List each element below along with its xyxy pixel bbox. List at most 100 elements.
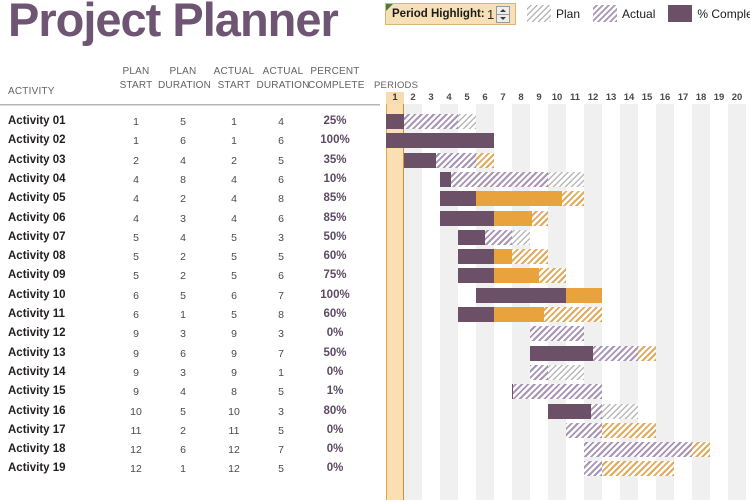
cell-plan-duration: 1 — [180, 463, 186, 476]
activity-name: Activity 17 — [8, 423, 66, 436]
cell-plan-start: 5 — [133, 231, 139, 244]
cell-plan-start: 9 — [133, 386, 139, 399]
column-header-plan-start-l2: START — [119, 80, 153, 91]
stepper-up-button[interactable] — [497, 7, 509, 15]
column-header-actual-start-l1: ACTUAL — [213, 66, 255, 77]
cell-percent-complete: 0% — [326, 462, 344, 475]
table-row[interactable]: Activity 12 9 3 9 3 0% — [0, 324, 750, 343]
period-header-1[interactable]: 1 — [386, 92, 404, 104]
period-header-15[interactable]: 15 — [638, 92, 656, 104]
legend-label-actual: Actual — [622, 6, 656, 21]
cell-actual-duration: 8 — [278, 193, 284, 206]
cell-actual-duration: 5 — [278, 154, 284, 167]
activity-name: Activity 12 — [8, 327, 66, 340]
table-row[interactable]: Activity 14 9 3 9 1 0% — [0, 363, 750, 382]
period-header-18[interactable]: 18 — [692, 92, 710, 104]
period-header-2[interactable]: 2 — [404, 92, 422, 104]
column-header-activity: ACTIVITY — [8, 86, 55, 97]
period-header-8[interactable]: 8 — [512, 92, 530, 104]
complete-bar — [512, 384, 513, 400]
header-divider-light — [0, 105, 380, 106]
table-row[interactable]: Activity 04 4 8 4 6 10% — [0, 170, 750, 189]
period-highlight-value[interactable]: 1 — [487, 7, 494, 22]
complete-bar — [458, 229, 485, 245]
legend-item-actual: Actual — [593, 5, 655, 22]
table-row[interactable]: Activity 15 9 4 8 5 1% — [0, 382, 750, 401]
cell-plan-duration: 3 — [180, 366, 186, 379]
period-header-16[interactable]: 16 — [656, 92, 674, 104]
complete-overrun-bar — [566, 287, 602, 303]
actual-overrun-bar — [692, 442, 710, 458]
cell-actual-start: 11 — [228, 424, 240, 437]
cell-plan-duration: 4 — [180, 386, 186, 399]
cell-percent-complete: 10% — [323, 172, 347, 185]
period-highlight-stepper[interactable] — [496, 6, 510, 23]
complete-swatch-icon — [668, 5, 693, 22]
activity-name: Activity 11 — [8, 308, 65, 320]
cell-percent-complete: 100% — [320, 134, 350, 147]
actual-bar — [530, 326, 584, 342]
period-header-17[interactable]: 17 — [674, 92, 692, 104]
cell-plan-duration: 5 — [180, 116, 186, 128]
table-row[interactable]: Activity 06 4 3 4 6 85% — [0, 209, 750, 228]
table-row[interactable]: Activity 10 6 5 6 7 100% — [0, 286, 750, 305]
period-highlight-label: Period Highlight: — [392, 8, 485, 20]
table-row[interactable]: Activity 08 5 2 5 5 60% — [0, 247, 750, 266]
cell-actual-start: 5 — [231, 270, 237, 283]
cell-plan-start: 9 — [133, 328, 139, 341]
period-header-20[interactable]: 20 — [728, 92, 746, 104]
activity-name: Activity 01 — [8, 115, 66, 127]
table-row[interactable]: Activity 03 2 4 2 5 35% — [0, 151, 750, 170]
activity-name: Activity 02 — [8, 134, 66, 147]
period-header-7[interactable]: 7 — [494, 92, 512, 104]
period-header-10[interactable]: 10 — [548, 92, 566, 104]
cell-plan-duration: 2 — [180, 424, 186, 437]
project-planner-app: Project Planner Period Highlight: 1 Plan… — [0, 0, 750, 501]
period-header-3[interactable]: 3 — [422, 92, 440, 104]
complete-bar — [548, 403, 592, 419]
cell-plan-duration: 3 — [180, 212, 186, 225]
table-row[interactable]: Activity 05 4 2 4 8 85% — [0, 189, 750, 208]
table-row[interactable]: Activity 11 6 1 5 8 60% — [0, 305, 750, 324]
period-header-12[interactable]: 12 — [584, 92, 602, 104]
period-header-9[interactable]: 9 — [530, 92, 548, 104]
cell-actual-start: 6 — [231, 289, 237, 302]
table-row[interactable]: Activity 07 5 4 5 3 50% — [0, 228, 750, 247]
stepper-down-button[interactable] — [497, 15, 509, 23]
actual-bar — [584, 442, 692, 458]
caret-down-icon — [500, 16, 506, 20]
cell-actual-duration: 3 — [278, 231, 284, 244]
column-header-actual-start-l2: START — [217, 80, 251, 91]
cell-actual-start: 12 — [228, 444, 240, 457]
cell-plan-duration: 2 — [180, 251, 186, 264]
activity-name: Activity 04 — [8, 172, 66, 185]
actual-overrun-bar — [638, 345, 656, 361]
table-row[interactable]: Activity 09 5 2 5 6 75% — [0, 266, 750, 285]
actual-bar — [584, 461, 602, 477]
complete-bar — [458, 249, 494, 265]
activity-name: Activity 14 — [8, 365, 66, 378]
period-header-6[interactable]: 6 — [476, 92, 494, 104]
cell-plan-start: 4 — [133, 173, 139, 186]
table-row[interactable]: Activity 01 1 5 1 4 25% — [0, 112, 750, 131]
cell-actual-start: 2 — [231, 154, 237, 167]
cell-plan-duration: 2 — [180, 270, 186, 283]
period-header-11[interactable]: 11 — [566, 92, 584, 104]
period-header-5[interactable]: 5 — [458, 92, 476, 104]
cell-plan-start: 5 — [133, 270, 139, 283]
cell-percent-complete: 100% — [320, 288, 350, 301]
period-header-14[interactable]: 14 — [620, 92, 638, 104]
cell-plan-duration: 4 — [180, 154, 186, 167]
period-header-19[interactable]: 19 — [710, 92, 728, 104]
actual-overrun-bar — [602, 422, 656, 438]
legend-label-plan: Plan — [556, 6, 581, 21]
cell-percent-complete: 25% — [323, 115, 347, 127]
cell-plan-start: 12 — [130, 444, 142, 457]
period-header-4[interactable]: 4 — [440, 92, 458, 104]
period-highlight-control[interactable]: Period Highlight: 1 — [385, 3, 516, 25]
period-header-13[interactable]: 13 — [602, 92, 620, 104]
legend-item-plan: Plan — [527, 5, 580, 22]
table-row[interactable]: Activity 02 1 6 1 6 100% — [0, 131, 750, 150]
cell-plan-start: 9 — [133, 347, 139, 360]
cell-plan-duration: 4 — [180, 231, 186, 244]
